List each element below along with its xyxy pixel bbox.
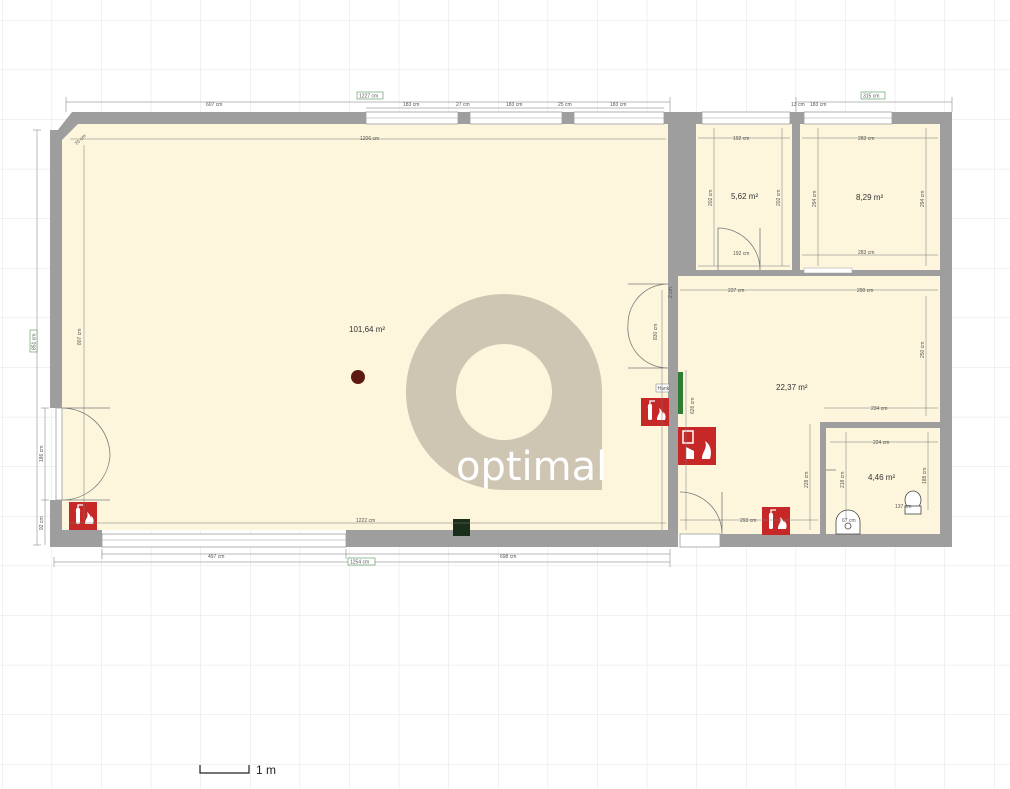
dim-top-right-total: 315 cm [863,94,879,100]
dim-room-b-h1: 294 cm [812,191,818,207]
hank-label: Hank [658,386,670,392]
dim-partition-h: 830 cm [653,324,659,340]
dim-room-a-h2: 202 cm [776,190,782,206]
dim-bottom-1: 497 cm [208,554,224,560]
fire-alarm-icon [678,427,716,465]
dim-top-8: 183 cm [810,102,826,108]
logo-text: optimal [456,444,607,490]
area-main: 101,64 m² [349,325,385,334]
dim-wc-small: 137 cm [895,504,911,510]
wall-column [668,112,696,276]
dim-room-b-w-bottom: 283 cm [858,250,874,256]
dim-room-b-h2: 294 cm [920,191,926,207]
dim-top-1: 607 cm [206,102,222,108]
area-room-b: 8,29 m² [856,193,883,202]
dim-office-w2: 290 cm [857,288,873,294]
fire-extinguisher-icon [761,506,791,536]
dim-office-h-left: 626 cm [690,398,696,414]
area-office: 22,37 m² [776,383,808,392]
dim-wc-w: 224 cm [873,440,889,446]
dim-main-inner-bottom: 1222 cm [356,518,375,524]
dim-bottom-2: 698 cm [500,554,516,560]
opening-room-b [803,267,853,274]
dim-room-a-h1: 202 cm [708,190,714,206]
area-room-a: 5,62 m² [731,192,758,201]
dim-wc-h1: 218 cm [840,472,846,488]
dim-top-4: 183 cm [506,102,522,108]
dim-office-w3: 234 cm [871,406,887,412]
wall-right [940,112,952,547]
wall-bottom-left [50,530,102,547]
dim-top-5: 25 cm [558,102,572,108]
wall-bottom-mid [346,530,678,547]
window-left [55,407,63,501]
dim-room-a-w-bottom: 192 cm [733,251,749,257]
area-wc: 4,46 m² [868,473,895,482]
dim-left-total: 851 cm [32,334,38,350]
column-marker [351,370,365,384]
dim-bottom-total: 1254 cm [350,560,369,566]
toilet-icon [904,490,922,515]
dim-office-w1: 237 cm [728,288,744,294]
dim-office-bottom: 293 cm [740,518,756,524]
dim-gap: 2 cm [668,287,674,298]
floor-plan: optimal Hank 607 cm 1227 cm 183 cm 27 cm… [0,0,1010,789]
floor-box [453,519,470,536]
wall-between-ab [792,112,800,276]
dim-main-height: 807 cm [77,329,83,345]
dim-office-h-right: 250 cm [920,342,926,358]
dim-room-b-w-top: 283 cm [858,136,874,142]
dim-top-total: 1227 cm [359,94,378,100]
dim-wc-tiny: 67 cm [842,518,856,524]
dim-left-bottom: 92 cm [39,516,45,530]
wall-wc-left [820,422,826,534]
window-bottom [101,533,347,548]
dim-top-7: 13 cm [791,102,805,108]
fire-extinguisher-icon [640,397,670,427]
dim-top-3: 27 cm [456,102,470,108]
dim-room-a-w-top: 192 cm [733,136,749,142]
window-bottom-small [679,533,721,548]
scale-bar-label: 1 m [256,763,276,777]
wall-bottom-right [720,534,952,547]
fire-extinguisher-icon [68,501,98,531]
dim-left-door: 186 cm [39,446,45,462]
dim-top-6: 183 cm [610,102,626,108]
hank-sign: Hank [655,383,670,393]
wall-wc-top [820,422,940,428]
dim-wc-h2: 188 cm [922,468,928,484]
dim-main-inner-top: 1206 cm [360,136,379,142]
green-panel [678,372,683,414]
wall-partition [668,276,678,546]
wall-left-upper [50,130,62,408]
dim-office-h-mid: 228 cm [804,472,810,488]
dim-top-2: 183 cm [403,102,419,108]
